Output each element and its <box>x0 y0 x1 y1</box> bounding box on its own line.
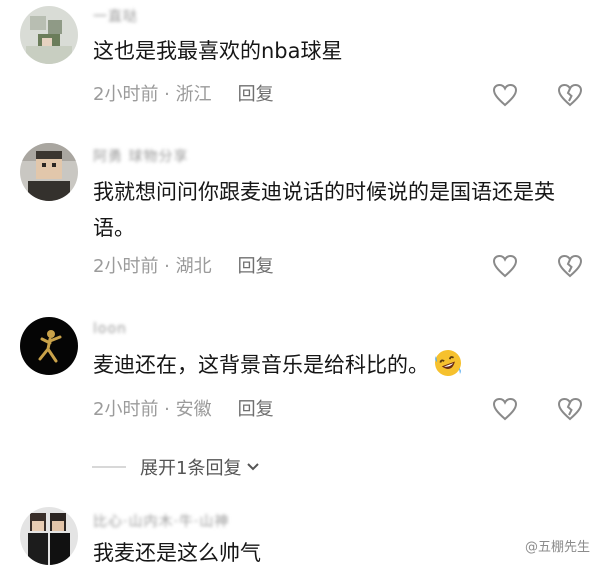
comment-text: 这也是我最喜欢的nba球星 <box>93 39 343 63</box>
divider <box>92 466 126 468</box>
reply-button[interactable]: 回复 <box>238 256 274 277</box>
watermark: @五棚先生 <box>525 536 590 555</box>
comment-text: 我麦还是这么帅气 <box>93 541 261 565</box>
chevron-down-icon <box>247 463 260 471</box>
time-location: 2小时前 · 湖北 <box>93 256 212 277</box>
comment-meta: 2小时前 · 安徽 回复 <box>93 395 274 421</box>
comment-meta: 2小时前 · 湖北 回复 <box>93 252 274 278</box>
username[interactable]: 一直哒 <box>93 6 138 26</box>
watermark-text: @五棚先生 <box>524 540 590 555</box>
expand-replies-label: 展开1条回复 <box>140 458 242 479</box>
comment-text: 我就想问问你跟麦迪说话的时候说的是国语还是英语。 <box>93 180 555 240</box>
comment-2: 阿勇 球物分享 我就想问问你跟麦迪说话的时候说的是国语还是英语。 2小时前 · … <box>0 140 600 290</box>
broken-heart-icon[interactable] <box>557 83 583 107</box>
comment-1: 一直哒 这也是我最喜欢的nba球星 2小时前 · 浙江 回复 <box>0 0 600 120</box>
time-location: 2小时前 · 浙江 <box>93 84 212 105</box>
avatar[interactable] <box>20 507 78 565</box>
comment-meta: 2小时前 · 浙江 回复 <box>93 80 274 106</box>
username[interactable]: 比心·山内木·牛·山神 <box>93 511 229 531</box>
heart-icon[interactable] <box>492 83 518 107</box>
broken-heart-icon[interactable] <box>557 254 583 278</box>
avatar[interactable] <box>20 143 78 201</box>
time-location: 2小时前 · 安徽 <box>93 399 212 420</box>
comment-3: loon 麦迪还在，这背景音乐是给科比的。 2小时前 · 安徽 回复 <box>0 315 600 435</box>
reply-button[interactable]: 回复 <box>238 84 274 105</box>
heart-icon[interactable] <box>492 397 518 421</box>
username[interactable]: 阿勇 球物分享 <box>93 146 188 166</box>
heart-icon[interactable] <box>492 254 518 278</box>
comment-4: 比心·山内木·牛·山神 我麦还是这么帅气 <box>0 505 600 566</box>
username[interactable]: loon <box>93 321 127 337</box>
broken-heart-icon[interactable] <box>557 397 583 421</box>
avatar[interactable] <box>20 6 78 64</box>
comment-text-content: 麦迪还在，这背景音乐是给科比的。 <box>93 353 429 377</box>
rofl-emoji-icon <box>435 350 461 376</box>
expand-replies-button[interactable]: 展开1条回复 <box>92 452 261 482</box>
reply-button[interactable]: 回复 <box>238 399 274 420</box>
avatar[interactable] <box>20 317 78 375</box>
comment-text: 麦迪还在，这背景音乐是给科比的。 <box>93 347 573 383</box>
